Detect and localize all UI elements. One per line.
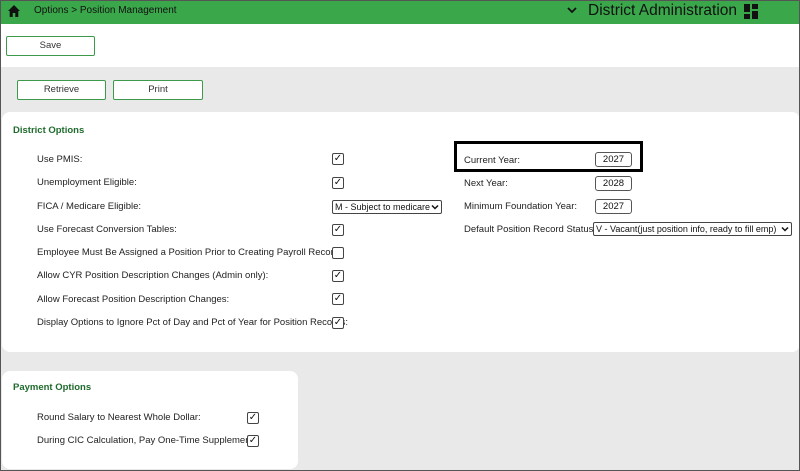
cic-supplement-checkbox[interactable]: ✓	[247, 435, 259, 447]
unemployment-eligible-label: Unemployment Eligible:	[37, 177, 137, 188]
cic-supplement-label: During CIC Calculation, Pay One-Time Sup…	[37, 435, 256, 446]
fica-medicare-select[interactable]: M - Subject to medicare	[332, 200, 442, 214]
chevron-down-icon	[781, 226, 789, 232]
print-button[interactable]: Print	[113, 80, 203, 100]
next-year-label: Next Year:	[464, 178, 508, 189]
retrieve-button[interactable]: Retrieve	[17, 80, 106, 100]
apps-grid-icon[interactable]	[744, 4, 758, 19]
use-pmis-checkbox[interactable]: ✓	[332, 153, 344, 165]
ignore-pct-checkbox[interactable]: ✓	[332, 317, 344, 329]
position-required-checkbox[interactable]	[332, 247, 344, 259]
unemployment-eligible-checkbox[interactable]: ✓	[332, 177, 344, 189]
chevron-down-icon	[431, 204, 439, 210]
district-options-title: District Options	[13, 125, 85, 136]
forecast-tables-label: Use Forecast Conversion Tables:	[37, 224, 177, 235]
forecast-changes-checkbox[interactable]: ✓	[332, 293, 344, 305]
save-button[interactable]: Save	[6, 36, 95, 56]
top-header-bar: Options > Position Management District A…	[0, 0, 800, 24]
min-foundation-year-label: Minimum Foundation Year:	[464, 201, 578, 212]
breadcrumb: Options > Position Management	[34, 5, 177, 16]
default-status-value: V - Vacant(just position info, ready to …	[596, 224, 777, 234]
min-foundation-year-field[interactable]: 2027	[595, 199, 632, 214]
round-salary-checkbox[interactable]: ✓	[247, 412, 259, 424]
forecast-tables-checkbox[interactable]: ✓	[332, 224, 344, 236]
app-title[interactable]: District Administration	[588, 2, 737, 20]
home-icon[interactable]	[7, 4, 21, 18]
fica-medicare-label: FICA / Medicare Eligible:	[37, 201, 142, 212]
payment-options-title: Payment Options	[13, 382, 92, 393]
position-required-label: Employee Must Be Assigned a Position Pri…	[37, 247, 342, 258]
round-salary-label: Round Salary to Nearest Whole Dollar:	[37, 412, 201, 423]
forecast-changes-label: Allow Forecast Position Description Chan…	[37, 294, 230, 305]
default-status-label: Default Position Record Status:	[464, 224, 597, 235]
fica-medicare-value: M - Subject to medicare	[335, 202, 431, 212]
default-status-select[interactable]: V - Vacant(just position info, ready to …	[593, 222, 792, 236]
highlight-annotation	[454, 141, 643, 172]
cyr-changes-checkbox[interactable]: ✓	[332, 270, 344, 282]
cyr-changes-label: Allow CYR Position Description Changes (…	[37, 270, 269, 281]
use-pmis-label: Use PMIS:	[37, 154, 83, 165]
toolbar	[1, 24, 799, 67]
chevron-down-icon[interactable]	[566, 4, 578, 16]
ignore-pct-label: Display Options to Ignore Pct of Day and…	[37, 317, 349, 328]
next-year-field[interactable]: 2028	[595, 176, 632, 191]
